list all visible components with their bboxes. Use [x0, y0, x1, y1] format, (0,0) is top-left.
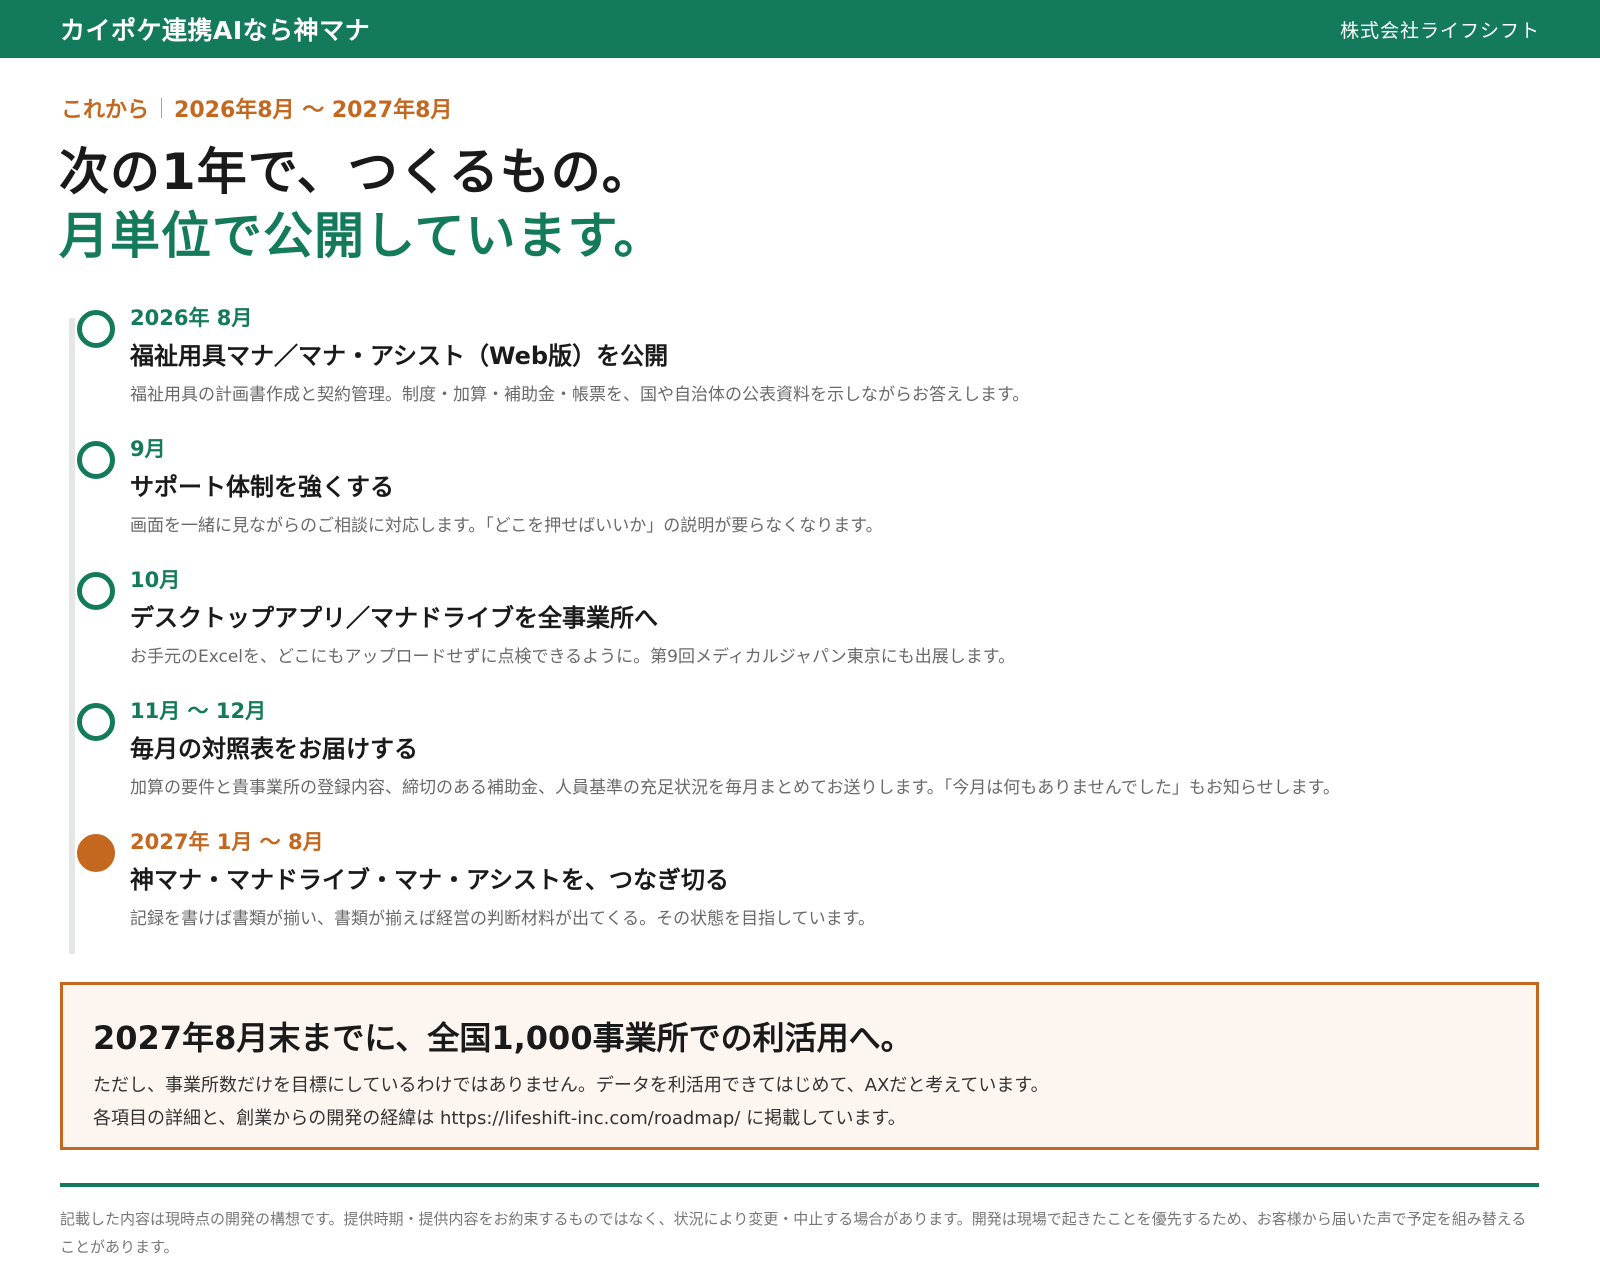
- milestone-date: 9月: [130, 437, 166, 461]
- goal-text-line-2: 各項目の詳細と、創業からの開発の経緯は https://lifeshift-in…: [93, 1108, 906, 1129]
- footer-divider: [60, 1183, 1539, 1187]
- milestone-description: お手元のExcelを、どこにもアップロードせずに点検できるように。第9回メディカ…: [130, 647, 1016, 667]
- milestone-date: 2027年 1月 〜 8月: [130, 830, 324, 854]
- milestone-ring-icon: [77, 572, 115, 610]
- kicker-label: これから: [61, 98, 150, 123]
- goal-text-line-1: ただし、事業所数だけを目標にしているわけではありません。データを利活用できてはじ…: [93, 1075, 1049, 1096]
- milestone-title: 神マナ・マナドライブ・マナ・アシストを、つなぎ切る: [130, 866, 730, 894]
- milestone-description: 加算の要件と貴事業所の登録内容、締切のある補助金、人員基準の充足状況を毎月まとめ…: [130, 778, 1340, 798]
- goal-dot-icon: [77, 834, 115, 872]
- milestone-description: 画面を一緒に見ながらのご相談に対応します。「どこを押せばいいか」の説明が要らなく…: [130, 516, 883, 536]
- page-headline: 次の1年で、つくるもの。 月単位で公開しています。: [59, 140, 665, 268]
- goal-callout: 2027年8月末までに、全国1,000事業所での利活用へ。 ただし、事業所数だけ…: [60, 982, 1539, 1150]
- milestone-title: サポート体制を強くする: [130, 473, 394, 501]
- milestone-description: 福祉用具の計画書作成と契約管理。制度・加算・補助金・帳票を、国や自治体の公表資料…: [130, 385, 1030, 405]
- milestone-ring-icon: [77, 441, 115, 479]
- milestone-title: 福祉用具マナ／マナ・アシスト（Web版）を公開: [130, 342, 669, 370]
- milestone-ring-icon: [77, 310, 115, 348]
- brand-title: カイポケ連携AIなら神マナ: [60, 16, 371, 45]
- goal-title: 2027年8月末までに、全国1,000事業所での利活用へ。: [93, 1019, 913, 1057]
- timeline-rail: [69, 318, 75, 954]
- period-kicker: これから 2026年8月 〜 2027年8月: [61, 92, 452, 124]
- milestone-ring-icon: [77, 703, 115, 741]
- milestone-date: 11月 〜 12月: [130, 699, 267, 723]
- milestone-description: 記録を書けば書類が揃い、書類が揃えば経営の判断材料が出てくる。その状態を目指して…: [130, 909, 875, 929]
- top-bar: カイポケ連携AIなら神マナ 株式会社ライフシフト: [0, 0, 1600, 58]
- headline-line-1: 次の1年で、つくるもの。: [59, 143, 653, 201]
- kicker-period: 2026年8月 〜 2027年8月: [174, 98, 453, 123]
- headline-line-2: 月単位で公開しています。: [59, 207, 665, 265]
- milestone-title: 毎月の対照表をお届けする: [130, 735, 418, 763]
- milestone-title: デスクトップアプリ／マナドライブを全事業所へ: [130, 604, 658, 632]
- milestone-date: 10月: [130, 568, 181, 592]
- company-name: 株式会社ライフシフト: [1339, 19, 1540, 42]
- disclaimer-footnote: 記載した内容は現時点の開発の構想です。提供時期・提供内容をお約束するものではなく…: [60, 1210, 1527, 1256]
- milestone-date: 2026年 8月: [130, 306, 253, 330]
- kicker-divider: [161, 98, 163, 118]
